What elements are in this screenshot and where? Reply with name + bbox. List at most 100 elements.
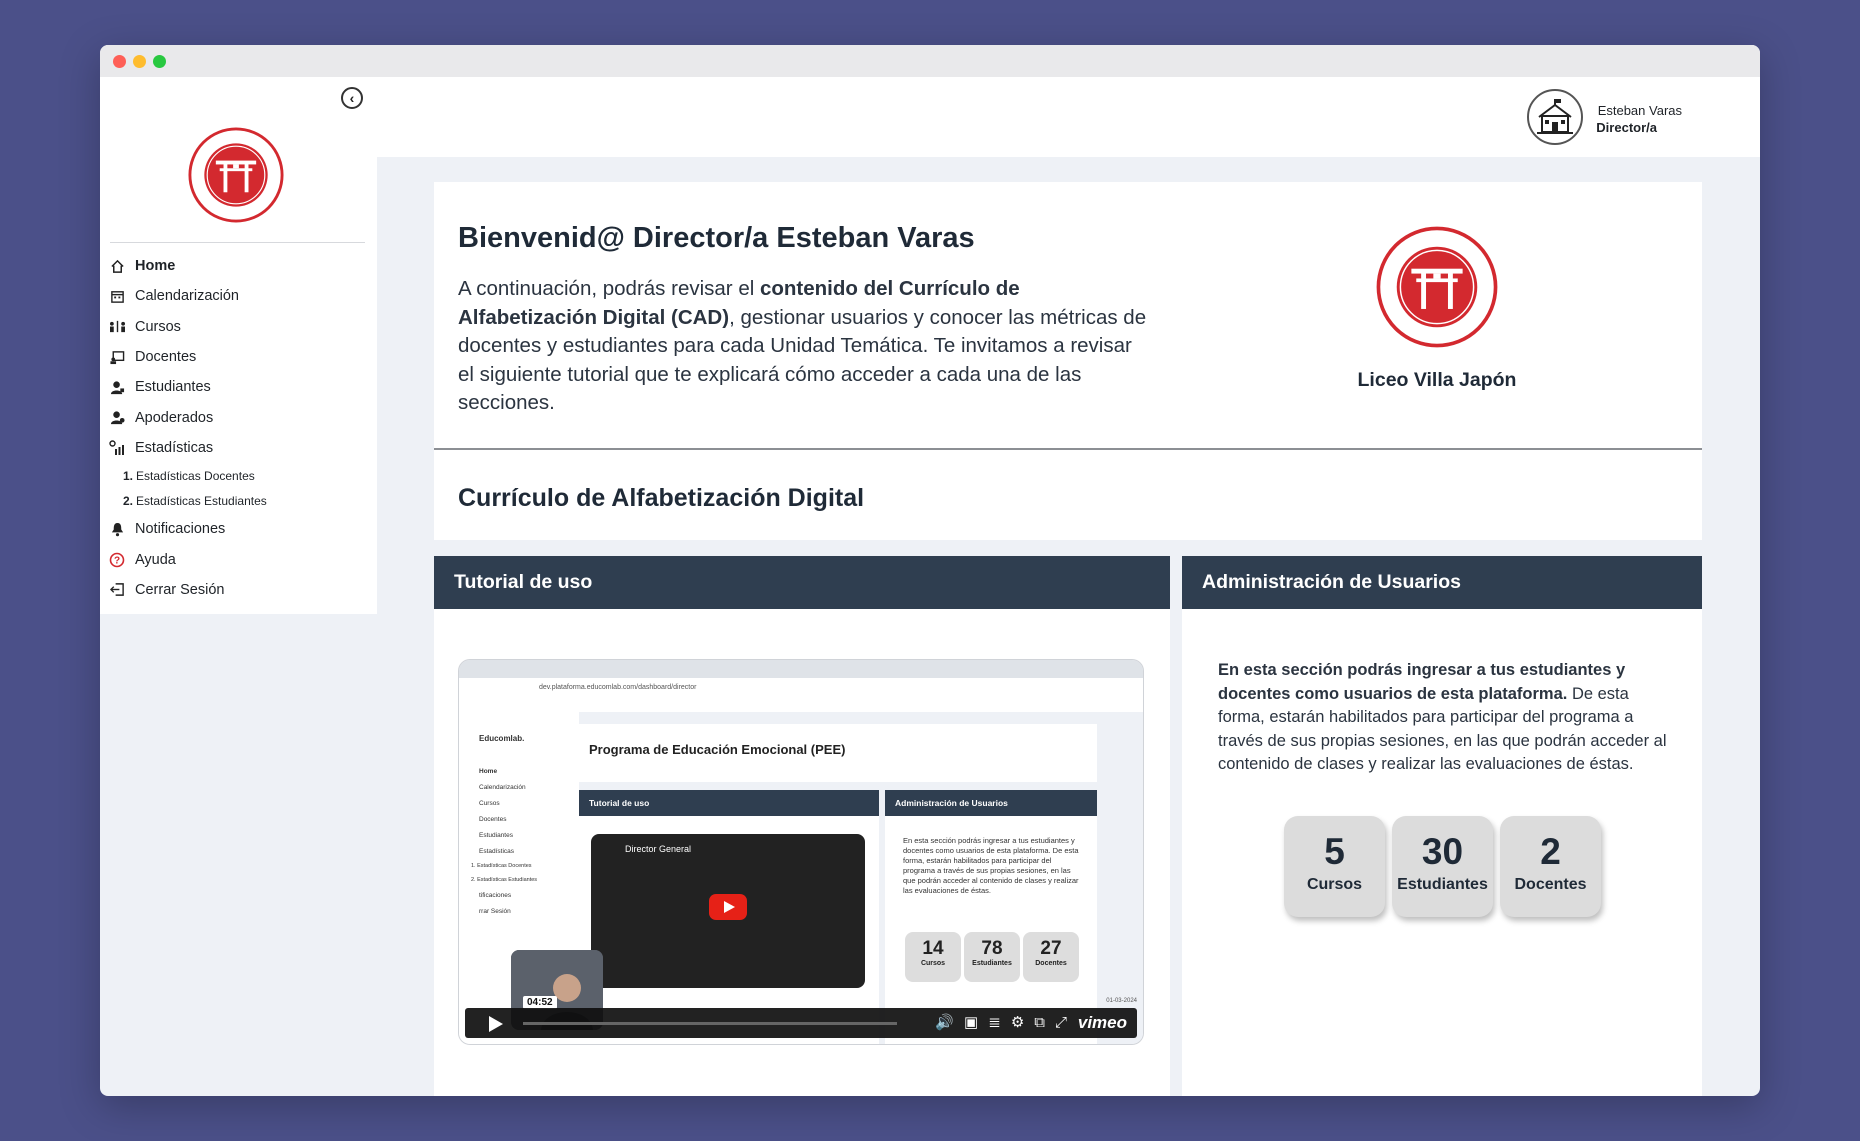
tutorial-video-player[interactable]: dev.plataforma.educomlab.com/dashboard/d… [458,659,1144,1045]
sidebar-item-estudiantes[interactable]: Estudiantes [100,372,377,402]
sidebar-item-label: Cerrar Sesión [135,581,225,598]
video-controls: 🔊 ▣ ≣ ⚙ ⧉ ⤢ vimeo [465,1008,1137,1038]
maximize-window-button[interactable] [153,55,166,68]
collapse-sidebar-button[interactable]: ‹ [341,87,363,109]
user-role: Director/a [1596,120,1657,135]
sidebar-item-label: Ayuda [135,551,176,568]
svg-text:?: ? [114,555,120,566]
sidebar-item-apoderados[interactable]: Apoderados [100,402,377,432]
video-inner-stat-label: Cursos [920,960,946,967]
sidebar-item-label: Estadísticas [135,439,214,456]
stat-estudiantes[interactable]: 30 Estudiantes [1392,816,1493,917]
stat-docentes[interactable]: 2 Docentes [1500,816,1601,917]
school-name: Liceo Villa Japón [1357,369,1517,391]
captions-icon[interactable]: ▣ [964,1014,978,1032]
video-url-text: dev.plataforma.educomlab.com/dashboard/d… [539,684,697,691]
video-nav-item: Cursos [479,800,500,807]
stat-cursos[interactable]: 5 Cursos [1284,816,1385,917]
school-logo-icon [1376,226,1498,348]
sidebar-item-ayuda[interactable]: ? Ayuda [100,544,377,574]
video-nav-item: Estudiantes [479,832,513,839]
video-nav-item: tificaciones [479,892,512,899]
welcome-text: A continuación, podrás revisar el conten… [458,275,1148,418]
picture-in-picture-icon[interactable]: ⧉ [1034,1014,1045,1032]
tutorial-panel-header: Tutorial de uso [434,556,1170,609]
video-inner-stat-value: 14 [922,938,944,959]
sidebar-item-label: Estudiantes [135,379,211,396]
sidebar-item-label: Notificaciones [135,521,226,538]
video-inner-stat-label: Docentes [1035,960,1067,967]
video-nav-item: Docentes [479,816,507,823]
volume-icon[interactable]: 🔊 [935,1014,954,1032]
top-bar: Esteban Varas Director/a [377,77,1760,157]
sidebar-item-label: Cursos [135,318,181,335]
logout-icon [108,581,126,599]
video-inner-title: Programa de Educación Emocional (PEE) [589,742,846,757]
home-icon [108,257,126,275]
video-bookmarks-bar [459,698,1143,713]
welcome-card: Bienvenid@ Director/a Esteban Varas A co… [434,182,1702,540]
video-url-bar: dev.plataforma.educomlab.com/dashboard/d… [459,678,1143,698]
user-stats: 5 Cursos 30 Estudiantes 2 Docentes [1284,816,1601,917]
section-title: Currículo de Alfabetización Digital [458,484,865,512]
video-nav-item: Estadísticas [479,848,515,855]
video-nav-item: Home [479,768,498,775]
video-main: Programa de Educación Emocional (PEE) Tu… [579,712,1143,1044]
fullscreen-icon[interactable]: ⤢ [1055,1014,1067,1032]
sidebar-item-label: Docentes [135,349,197,366]
video-nav-item: rrar Sesión [479,908,511,915]
welcome-text-part: A continuación, podrás revisar el [458,277,760,300]
video-inner-tutorial-header: Tutorial de uso [579,790,879,816]
sidebar-item-estadisticas[interactable]: Estadísticas [100,433,377,463]
video-progress-bar[interactable] [523,1022,897,1025]
sidebar-item-docentes[interactable]: Docentes [100,342,377,372]
calendar-icon [108,287,126,305]
sidebar-item-label: Calendarización [135,288,239,305]
video-inner-stat-value: 78 [981,938,1003,959]
stat-value: 5 [1324,831,1345,872]
video-nav-item: 2. Estadísticas Estudiantes [471,877,538,883]
subitem-number: 2. [123,494,134,509]
sidebar-item-cerrar-sesion[interactable]: Cerrar Sesión [100,575,377,605]
close-window-button[interactable] [113,55,126,68]
subitem-number: 1. [123,468,134,483]
minimize-window-button[interactable] [133,55,146,68]
help-icon: ? [108,551,126,569]
sidebar-subitem-estadisticas-estudiantes[interactable]: 2. Estadísticas Estudiantes [100,489,377,515]
vimeo-logo[interactable]: vimeo [1078,1013,1127,1033]
play-icon[interactable] [489,1016,503,1032]
tutorial-panel: Tutorial de uso dev.plataforma.educomlab… [434,556,1170,1096]
stat-label: Cursos [1306,876,1363,893]
sidebar-divider [110,242,365,243]
video-brand: Educomlab. [479,734,525,743]
admin-description-bold: En esta sección podrás ingresar a tus es… [1218,661,1626,703]
transcript-icon[interactable]: ≣ [988,1014,1001,1032]
video-inner-admin-text: En esta sección podrás ingresar a tus es… [903,836,1079,895]
avatar[interactable] [1527,89,1583,145]
sidebar-subitem-estadisticas-docentes[interactable]: 1. Estadísticas Docentes [100,463,377,489]
video-inner-video: Director General [591,834,865,988]
sidebar-item-notificaciones[interactable]: Notificaciones [100,514,377,544]
sidebar-item-cursos[interactable]: Cursos [100,312,377,342]
sidebar-item-home[interactable]: Home [100,251,377,281]
stat-value: 30 [1421,831,1464,872]
teacher-board-icon [108,348,126,366]
window-titlebar [100,45,1760,77]
stat-label: Docentes [1514,876,1587,893]
settings-gear-icon[interactable]: ⚙ [1011,1014,1024,1032]
card-divider [434,448,1702,450]
bell-icon [108,520,126,538]
youtube-play-icon [709,894,747,920]
video-nav-item: Calendarización [479,784,526,791]
video-inner-stat: 27 Docentes [1023,932,1079,982]
video-inner-stat: 78 Estudiantes [964,932,1020,982]
sidebar-nav: Home Calendarización Cursos Docentes Est… [100,251,377,605]
stats-icon [108,439,126,457]
school-building-icon [1537,99,1573,134]
chevron-left-icon: ‹ [349,90,355,106]
sidebar-item-calendarizacion[interactable]: Calendarización [100,281,377,311]
subitem-label: Estadísticas Docentes [136,468,255,483]
video-control-icons: 🔊 ▣ ≣ ⚙ ⧉ ⤢ [935,1014,1067,1032]
admin-description: En esta sección podrás ingresar a tus es… [1218,659,1668,777]
browser-window: ‹ Home Calendarización Cursos Docentes E… [100,45,1760,1096]
